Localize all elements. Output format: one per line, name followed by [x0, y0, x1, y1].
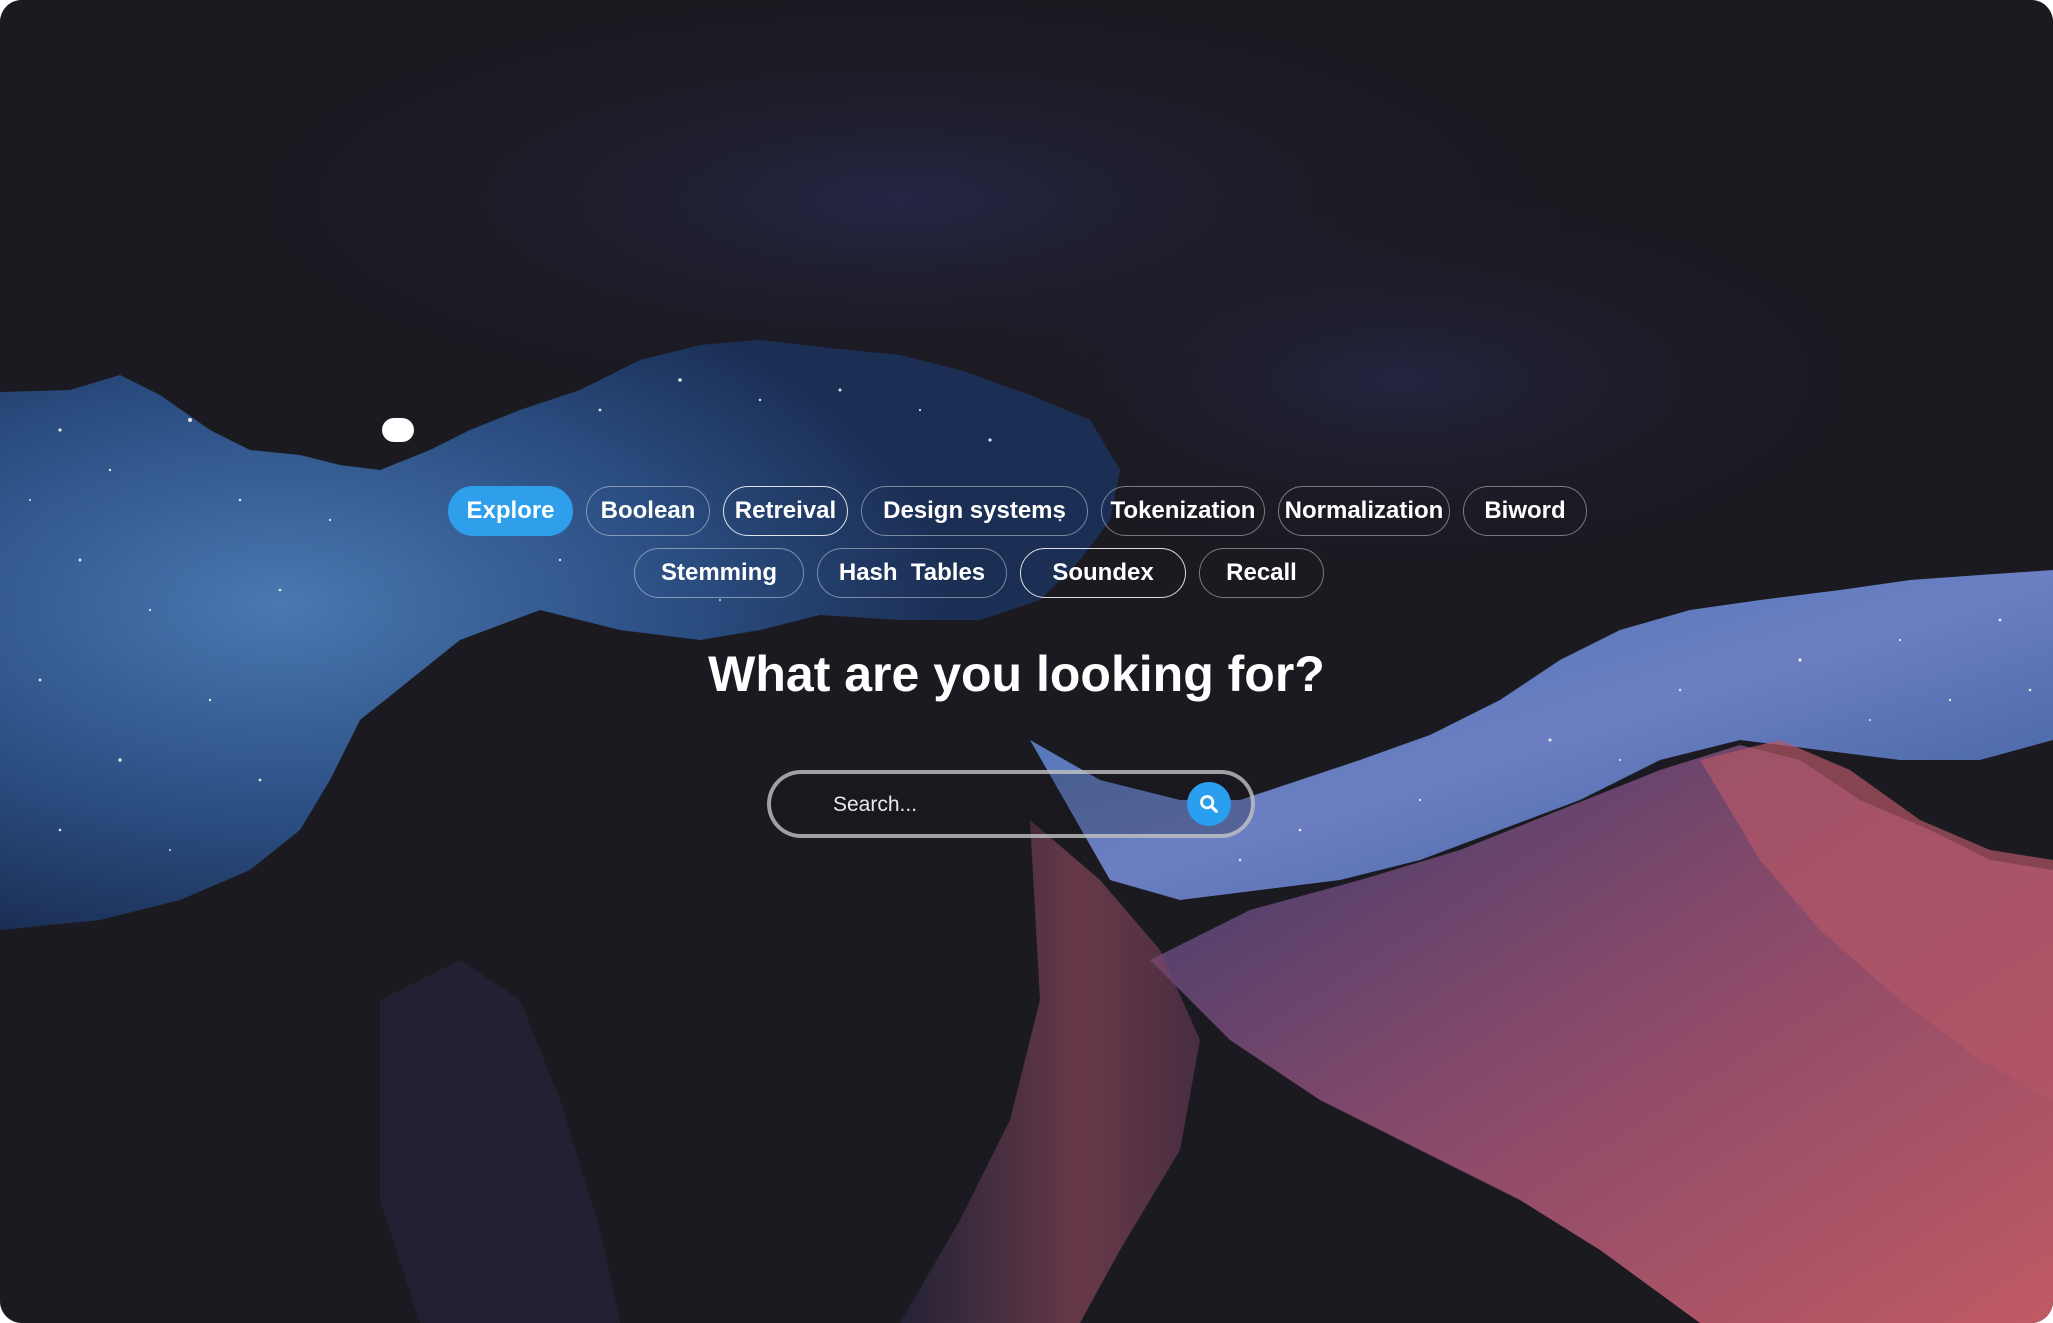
search-icon [1200, 795, 1218, 813]
search-button[interactable] [1187, 782, 1231, 826]
tag-tokenization[interactable]: Tokenization [1101, 486, 1265, 536]
tag-boolean[interactable]: Boolean [586, 486, 710, 536]
tag-recall[interactable]: Recall [1199, 548, 1324, 598]
search-input[interactable] [831, 787, 1135, 823]
topic-tags-row-1: Explore Boolean Retreival Design systems… [448, 486, 1587, 536]
topic-tags-row-2: Stemming Hash Tables Soundex Recall [634, 548, 1324, 598]
tag-soundex[interactable]: Soundex [1020, 548, 1186, 598]
page-title: What are you looking for? [708, 646, 1325, 702]
tag-hash-tables[interactable]: Hash Tables [817, 548, 1007, 598]
tag-retreival[interactable]: Retreival [723, 486, 848, 536]
tag-normalization[interactable]: Normalization [1278, 486, 1450, 536]
tag-biword[interactable]: Biword [1463, 486, 1587, 536]
tag-explore[interactable]: Explore [448, 486, 573, 536]
tag-stemming[interactable]: Stemming [634, 548, 804, 598]
tag-design-systems[interactable]: Design systems [861, 486, 1088, 536]
page-frame: Explore Boolean Retreival Design systems… [0, 0, 2053, 1323]
toggle-pill[interactable] [382, 418, 414, 442]
search-bar [767, 770, 1255, 838]
